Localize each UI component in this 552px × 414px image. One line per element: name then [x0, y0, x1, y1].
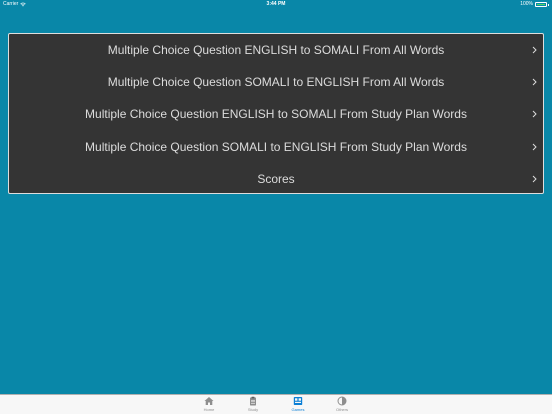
menu-item-mcq-english-somali-study-plan[interactable]: Multiple Choice Question ENGLISH to SOMA… — [9, 98, 543, 130]
menu-item-label: Multiple Choice Question ENGLISH to SOMA… — [107, 43, 445, 58]
tab-games[interactable]: Games — [285, 396, 311, 414]
battery-icon — [535, 2, 547, 7]
status-bar: Carrier 3:44 PM 100% — [0, 0, 552, 9]
tab-home[interactable]: Home — [196, 396, 222, 414]
menu-item-mcq-english-somali-all[interactable]: Multiple Choice Question ENGLISH to SOMA… — [9, 34, 543, 66]
clipboard-icon — [250, 396, 256, 406]
tab-others[interactable]: Others — [329, 396, 355, 414]
tab-study[interactable]: Study — [240, 396, 266, 414]
menu-item-scores[interactable]: Scores — [9, 163, 543, 193]
menu-item-label: Scores — [257, 171, 295, 186]
status-time: 3:44 PM — [266, 1, 286, 7]
chevron-right-icon — [532, 175, 537, 183]
tab-label: Home — [203, 407, 215, 412]
games-menu: Multiple Choice Question ENGLISH to SOMA… — [8, 33, 544, 194]
chevron-right-icon — [532, 46, 537, 54]
half-circle-icon — [337, 396, 347, 406]
tab-bar: Home Study Games Others — [0, 394, 552, 414]
tab-label: Others — [335, 407, 348, 412]
tab-label: Games — [291, 407, 305, 412]
chevron-right-icon — [532, 111, 537, 118]
home-icon — [204, 397, 214, 405]
chevron-right-icon — [532, 143, 537, 151]
menu-item-label: Multiple Choice Question SOMALI to ENGLI… — [85, 139, 467, 154]
menu-item-mcq-somali-english-all[interactable]: Multiple Choice Question SOMALI to ENGLI… — [9, 66, 543, 98]
tab-label: Study — [247, 407, 259, 412]
games-icon — [293, 397, 303, 405]
menu-item-label: Multiple Choice Question SOMALI to ENGLI… — [107, 75, 445, 90]
battery-fill — [536, 3, 546, 6]
battery-percent: 100% — [520, 1, 533, 7]
menu-item-mcq-somali-english-study-plan[interactable]: Multiple Choice Question SOMALI to ENGLI… — [9, 131, 543, 163]
menu-item-label: Multiple Choice Question ENGLISH to SOMA… — [85, 107, 467, 122]
chevron-right-icon — [532, 78, 537, 86]
status-right: 100% — [520, 0, 549, 9]
battery-tip — [548, 3, 549, 6]
